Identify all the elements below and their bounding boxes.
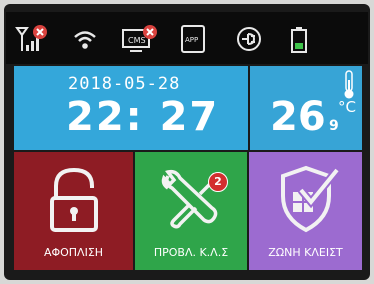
shield-check-icon bbox=[249, 162, 362, 236]
system-problems-label: ΠΡΟΒΛ. Κ.Λ.Σ bbox=[153, 246, 229, 259]
date-display: 2018-05-28 bbox=[68, 74, 181, 94]
cms-disconnected-icon: CMS bbox=[120, 24, 160, 54]
temperature-decimal: 9 bbox=[329, 118, 339, 134]
status-bar: CMS APP bbox=[6, 12, 368, 64]
app-icon: APP bbox=[176, 24, 210, 54]
temperature-unit: °C bbox=[338, 98, 356, 116]
system-problems-tile[interactable]: 2 ΠΡΟΒΛ. Κ.Λ.Σ bbox=[135, 152, 247, 270]
svg-text:CMS: CMS bbox=[128, 36, 146, 45]
svg-text:APP: APP bbox=[185, 36, 198, 44]
tools-icon bbox=[135, 162, 247, 236]
ac-power-plug-icon bbox=[232, 24, 266, 54]
disarm-tile[interactable]: ΑΦΟΠΛΙΣΗ bbox=[14, 152, 133, 270]
problems-count-badge: 2 bbox=[208, 172, 228, 192]
padlock-icon bbox=[14, 162, 133, 236]
wifi-icon bbox=[68, 24, 102, 54]
closed-zone-label: ΖΩΝΗ ΚΛΕΙΣΤ bbox=[268, 246, 343, 259]
closed-zone-tile[interactable]: ΖΩΝΗ ΚΛΕΙΣΤ bbox=[249, 152, 362, 270]
temperature-panel: 26 9 °C bbox=[250, 66, 362, 150]
temperature-value: 26 bbox=[270, 94, 326, 140]
time-display: 22: 27 bbox=[66, 94, 220, 140]
disarm-label: ΑΦΟΠΛΙΣΗ bbox=[43, 246, 104, 259]
signal-no-sim-icon bbox=[14, 24, 48, 54]
date-time-panel: 2018-05-28 22: 27 bbox=[14, 66, 248, 150]
thermometer-icon bbox=[342, 70, 356, 100]
battery-icon bbox=[282, 24, 316, 54]
